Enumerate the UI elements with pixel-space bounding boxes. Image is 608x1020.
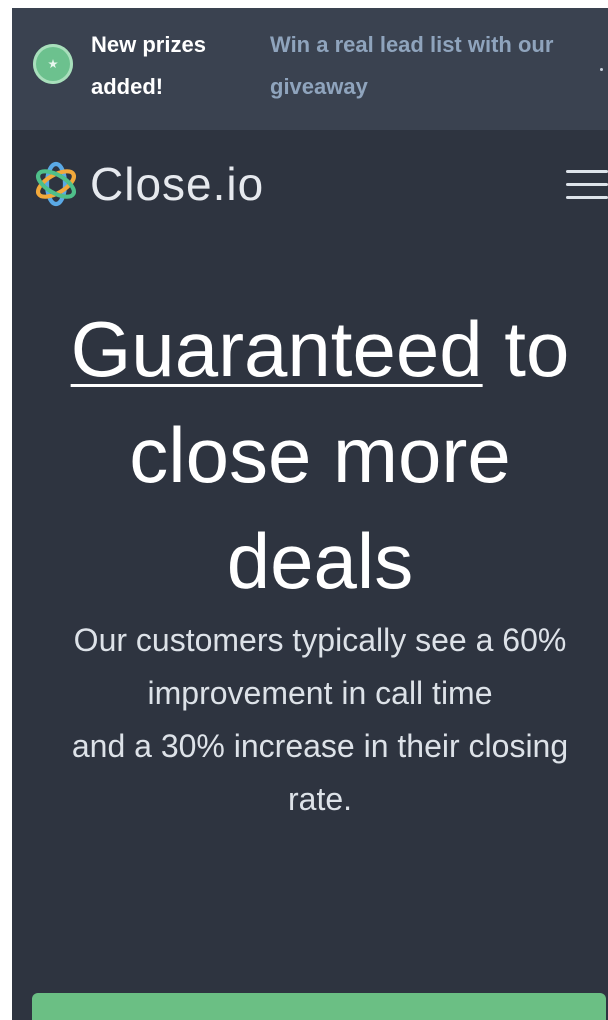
site-header: Close.io [12, 130, 608, 240]
close-io-logo-icon [36, 161, 76, 207]
hamburger-menu-icon[interactable] [566, 168, 608, 202]
cta-button[interactable] [32, 993, 606, 1020]
logo[interactable]: Close.io [32, 160, 264, 208]
hero-title-part: to [482, 305, 570, 393]
logo-text: Close.io [90, 158, 265, 210]
hero-subtitle-line: and a 30% increase in their closing [71, 728, 569, 764]
page: New prizes added! Win a real lead list w… [12, 8, 608, 1020]
hero-title-line-3: deals [226, 517, 414, 605]
hero-title-underlined: Guaranteed [70, 305, 483, 393]
announcement-link[interactable]: Win a real lead list with our giveaway [270, 24, 590, 108]
hero-subtitle: Our customers typically see a 60% improv… [22, 614, 608, 826]
hero-subtitle-line: rate. [287, 781, 353, 817]
star-badge-icon [33, 44, 73, 84]
hero-subtitle-line: improvement in call time [147, 675, 493, 711]
hero-title-line-2: close more [129, 411, 511, 499]
announcement-overflow-dot [600, 68, 603, 71]
hero-title: Guaranteed to close more deals [22, 296, 608, 614]
announcement-title: New prizes added! [91, 32, 206, 99]
hero-subtitle-line: Our customers typically see a 60% [73, 622, 567, 658]
announcement-bar[interactable]: New prizes added! Win a real lead list w… [12, 8, 608, 130]
